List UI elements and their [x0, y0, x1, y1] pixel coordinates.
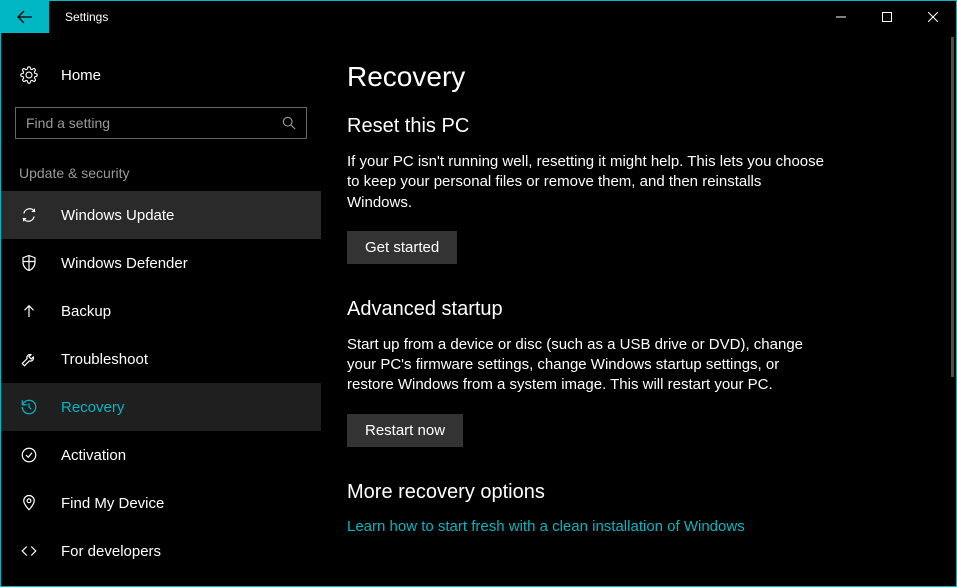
sidebar-item-troubleshoot[interactable]: Troubleshoot [1, 335, 321, 383]
gear-icon [19, 65, 39, 85]
home-nav[interactable]: Home [1, 53, 321, 97]
fresh-install-link[interactable]: Learn how to start fresh with a clean in… [347, 518, 745, 535]
content-pane: Recovery Reset this PC If your PC isn't … [321, 33, 956, 586]
shield-icon [19, 253, 39, 273]
close-button[interactable] [910, 1, 956, 33]
advanced-description: Start up from a device or disc (such as … [347, 335, 827, 396]
search-box[interactable] [15, 107, 307, 139]
close-icon [928, 12, 938, 22]
sidebar-item-find-my-device[interactable]: Find My Device [1, 479, 321, 527]
sidebar-item-backup[interactable]: Backup [1, 287, 321, 335]
sidebar-item-for-developers[interactable]: For developers [1, 527, 321, 575]
titlebar: Settings [1, 1, 956, 33]
page-title: Recovery [347, 61, 936, 93]
get-started-button[interactable]: Get started [347, 231, 457, 264]
search-icon [282, 116, 296, 130]
reset-description: If your PC isn't running well, resetting… [347, 152, 827, 213]
sidebar-item-label: Windows Update [61, 207, 174, 224]
minimize-icon [836, 12, 846, 22]
sidebar-item-label: For developers [61, 543, 161, 560]
sidebar-item-label: Windows Defender [61, 255, 188, 272]
sidebar-item-label: Troubleshoot [61, 351, 148, 368]
scrollbar[interactable] [951, 37, 954, 377]
titlebar-drag-area[interactable] [108, 1, 818, 33]
window-title: Settings [49, 1, 108, 33]
reset-heading: Reset this PC [347, 115, 827, 138]
location-icon [19, 493, 39, 513]
restart-now-button[interactable]: Restart now [347, 414, 463, 447]
search-input[interactable] [26, 115, 282, 131]
sidebar-section-label: Update & security [1, 157, 321, 191]
back-button[interactable] [1, 1, 49, 33]
maximize-button[interactable] [864, 1, 910, 33]
home-label: Home [61, 67, 101, 84]
section-advanced-startup: Advanced startup Start up from a device … [347, 298, 827, 447]
arrow-left-icon [17, 9, 33, 25]
check-circle-icon [19, 445, 39, 465]
sidebar-item-recovery[interactable]: Recovery [1, 383, 321, 431]
code-icon [19, 541, 39, 561]
sidebar-item-windows-update[interactable]: Windows Update [1, 191, 321, 239]
sidebar-item-windows-defender[interactable]: Windows Defender [1, 239, 321, 287]
sidebar-item-label: Activation [61, 447, 126, 464]
sidebar-item-label: Recovery [61, 399, 124, 416]
sidebar: Home Update & security Windows Update [1, 33, 321, 586]
section-more-recovery: More recovery options Learn how to start… [347, 481, 827, 535]
arrow-up-icon [19, 301, 39, 321]
window-controls [818, 1, 956, 33]
wrench-icon [19, 349, 39, 369]
section-reset-pc: Reset this PC If your PC isn't running w… [347, 115, 827, 264]
sidebar-item-label: Find My Device [61, 495, 164, 512]
sidebar-item-activation[interactable]: Activation [1, 431, 321, 479]
more-heading: More recovery options [347, 481, 827, 504]
minimize-button[interactable] [818, 1, 864, 33]
sidebar-item-label: Backup [61, 303, 111, 320]
maximize-icon [882, 12, 892, 22]
advanced-heading: Advanced startup [347, 298, 827, 321]
sidebar-nav-list: Windows Update Windows Defender Backup T… [1, 191, 321, 575]
sync-icon [19, 205, 39, 225]
history-icon [19, 397, 39, 417]
